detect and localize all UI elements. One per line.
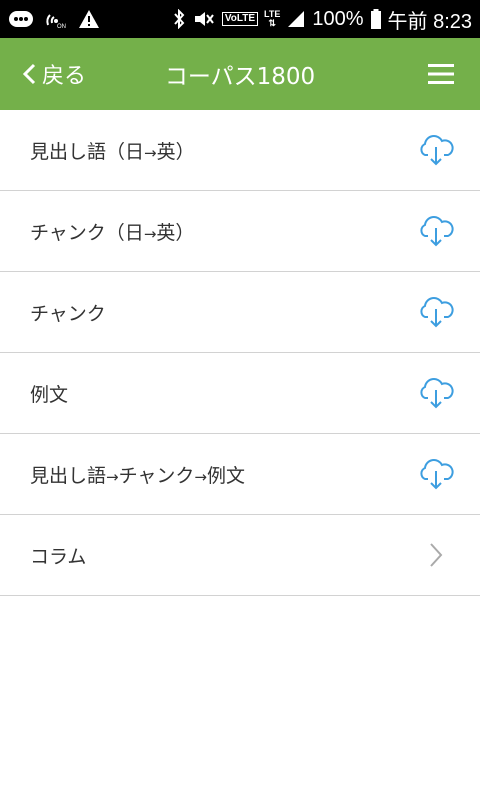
- list-item-chunk-ja-en[interactable]: チャンク（日→英）: [0, 191, 480, 272]
- lte-icon: LTE ⇅: [264, 9, 281, 28]
- cloud-download-icon[interactable]: [416, 373, 456, 413]
- list-item-label: コラム: [30, 545, 87, 568]
- list-item-midashigo-chunk-example[interactable]: 見出し語→チャンク→例文: [0, 434, 480, 515]
- hamburger-menu-icon[interactable]: [428, 62, 454, 86]
- chevron-right-icon: [416, 535, 456, 575]
- cloud-download-icon[interactable]: [416, 211, 456, 251]
- vibrate-mute-icon: [192, 9, 216, 29]
- app-bar: 戻る コーパス1800: [0, 38, 480, 110]
- list-item-label: チャンク（日→英）: [30, 221, 195, 244]
- status-bar: ON VoLTE LTE ⇅ 100% 午前 8:23: [0, 0, 480, 38]
- chevron-left-icon: [22, 63, 36, 85]
- svg-text:ON: ON: [57, 24, 66, 29]
- list-item-chunk[interactable]: チャンク: [0, 272, 480, 353]
- list-item-column[interactable]: コラム: [0, 515, 480, 596]
- list-item-label: チャンク: [30, 302, 106, 325]
- list-item-label: 見出し語→チャンク→例文: [30, 464, 245, 487]
- content-list: 見出し語（日→英） チャンク（日→英） チャンク 例文 見出し語→チャンク→例文…: [0, 110, 480, 596]
- list-item-example-sentences[interactable]: 例文: [0, 353, 480, 434]
- messenger-icon: [8, 10, 34, 28]
- battery-icon: [370, 8, 382, 30]
- back-button[interactable]: 戻る: [22, 38, 86, 110]
- bluetooth-icon: [172, 9, 186, 29]
- list-item-label: 見出し語（日→英）: [30, 140, 195, 163]
- clock: 午前 8:23: [387, 10, 472, 33]
- list-item-midashigo-ja-en[interactable]: 見出し語（日→英）: [0, 110, 480, 191]
- volte-icon: VoLTE: [221, 12, 259, 26]
- cloud-download-icon[interactable]: [416, 130, 456, 170]
- battery-percent: 100%: [312, 7, 364, 30]
- list-item-label: 例文: [30, 383, 69, 406]
- signal-icon: [286, 9, 306, 29]
- cloud-download-icon[interactable]: [416, 454, 456, 494]
- warning-icon: [78, 9, 100, 29]
- wifi-calling-icon: ON: [44, 9, 68, 29]
- cloud-download-icon[interactable]: [416, 292, 456, 332]
- back-label: 戻る: [42, 64, 87, 89]
